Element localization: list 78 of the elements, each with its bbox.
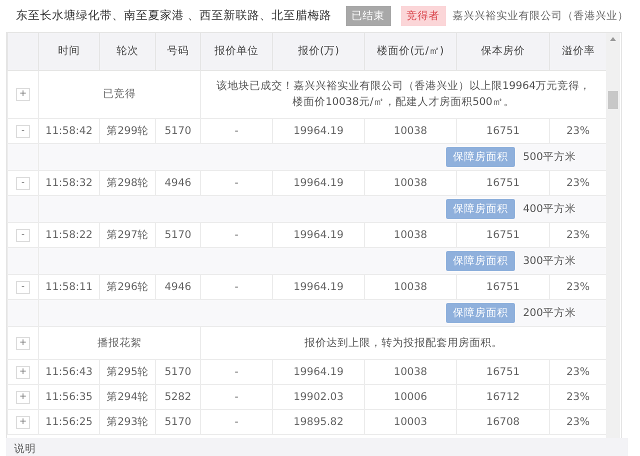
table-cell: 19902.03: [272, 384, 364, 410]
table-cell: 第299轮: [100, 118, 156, 144]
expand-toggle[interactable]: +: [16, 366, 30, 379]
table-cell: 19964.19: [272, 359, 364, 384]
table-cell: 16751: [456, 274, 550, 300]
expand-toggle[interactable]: -: [16, 280, 30, 294]
table-cell: 16751: [456, 222, 550, 248]
column-header: 报价(万): [272, 32, 364, 70]
table-cell: -: [200, 409, 272, 434]
table-cell: 11:58:42: [38, 118, 100, 144]
table-cell: 11:56:43: [38, 359, 100, 384]
table-cell: -: [200, 359, 272, 384]
table-cell: 11:58:32: [38, 170, 100, 196]
table-cell: 19964.19: [272, 118, 364, 144]
footer-label: 说明: [14, 442, 36, 456]
table-cell: 10003: [364, 409, 456, 434]
table-cell: 第295轮: [100, 359, 156, 384]
table-cell: -: [200, 222, 272, 248]
table-cell: 19964.19: [272, 170, 364, 196]
table-cell: 11:56:25: [38, 409, 100, 434]
table-cell: 第298轮: [100, 170, 156, 196]
expand-toggle[interactable]: -: [16, 124, 30, 138]
table-cell: 11:58:22: [38, 222, 100, 248]
column-header: 号码: [156, 32, 200, 70]
expand-toggle[interactable]: +: [16, 88, 30, 102]
table-cell: -: [200, 170, 272, 196]
table-cell: 16712: [456, 384, 550, 410]
area-value: 300平方米: [522, 254, 576, 268]
table-cell: -: [200, 274, 272, 300]
table-cell: 19895.82: [272, 409, 364, 434]
table-cell: 5170: [156, 222, 200, 248]
table-cell: -: [200, 118, 272, 144]
table-cell: -: [200, 384, 272, 410]
expand-toggle[interactable]: -: [16, 228, 30, 242]
expand-toggle[interactable]: -: [16, 176, 30, 190]
table-cell: 第294轮: [100, 384, 156, 410]
table-cell: 第293轮: [100, 409, 156, 434]
table-cell: 16708: [456, 409, 550, 434]
table-cell: 16751: [456, 170, 550, 196]
table-cell: 11:56:35: [38, 384, 100, 410]
table-cell: 19964.19: [272, 222, 364, 248]
table-cell: 16751: [456, 118, 550, 144]
location-text: 东至长水塘绿化带、南至夏家港 、西至新联路、北至腊梅路: [16, 8, 332, 24]
expand-toggle[interactable]: +: [16, 390, 30, 404]
table-cell: 10038: [364, 118, 456, 144]
column-header: 保本房价: [456, 32, 550, 70]
table-cell: 4946: [156, 170, 200, 196]
table-cell: 10038: [364, 222, 456, 248]
table-cell: 已竞得: [38, 70, 200, 118]
table-cell: 16751: [456, 359, 550, 384]
area-value: 500平方米: [522, 150, 576, 164]
expand-toggle[interactable]: +: [16, 336, 30, 350]
status-badge: 已结束: [346, 6, 391, 26]
table-cell: 5170: [156, 409, 200, 434]
table-cell: 11:58:11: [38, 274, 100, 300]
table-cell: 5170: [156, 118, 200, 144]
column-header: 报价单位: [200, 32, 272, 70]
table-cell: 4946: [156, 274, 200, 300]
table-cell: 10038: [364, 359, 456, 384]
table-cell: 播报花絮: [38, 326, 200, 360]
table-cell: 10006: [364, 384, 456, 410]
column-header: 楼面价(元/㎡): [364, 32, 456, 70]
table-cell: 5170: [156, 359, 200, 384]
table-cell: 10038: [364, 170, 456, 196]
table-cell: 19964.19: [272, 274, 364, 300]
table-cell: 10038: [364, 274, 456, 300]
area-value: 400平方米: [522, 202, 576, 216]
scrollbar[interactable]: [606, 32, 620, 438]
area-value: 200平方米: [522, 306, 576, 320]
table-cell: 5282: [156, 384, 200, 410]
expand-toggle[interactable]: +: [16, 416, 30, 429]
winner-name: 嘉兴兴裕实业有限公司（香港兴业）: [452, 8, 629, 23]
table-cell: 第296轮: [100, 274, 156, 300]
column-header: 溢价率: [550, 32, 606, 70]
winner-tag: 竞得者: [400, 6, 446, 26]
column-header: 时间: [38, 32, 100, 70]
table-cell: 第297轮: [100, 222, 156, 248]
column-header: 轮次: [100, 32, 156, 70]
